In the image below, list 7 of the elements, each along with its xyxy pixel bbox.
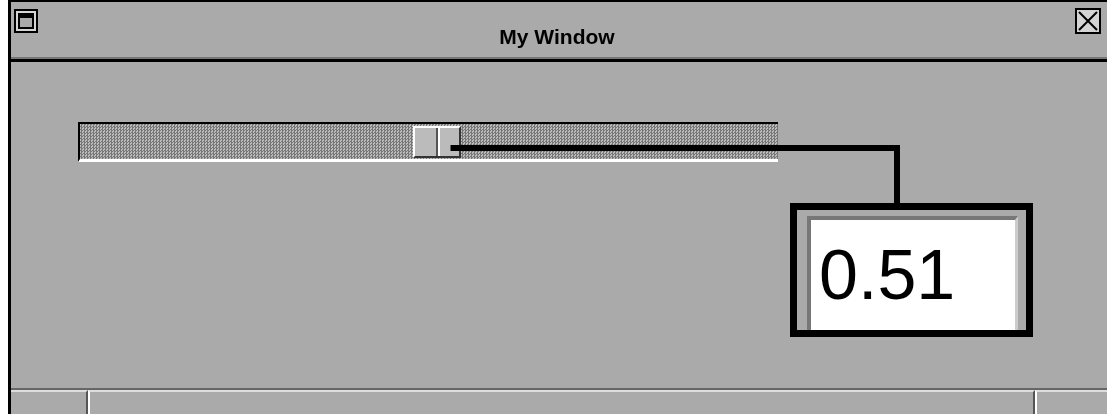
- slider-thumb[interactable]: [412, 126, 461, 158]
- close-button[interactable]: [1073, 6, 1103, 36]
- slider-track[interactable]: [78, 122, 778, 162]
- value-field: 0.51: [807, 216, 1018, 330]
- window-menu-button[interactable]: [11, 6, 41, 36]
- window-title: My Window: [499, 26, 615, 48]
- close-icon: [1075, 8, 1101, 34]
